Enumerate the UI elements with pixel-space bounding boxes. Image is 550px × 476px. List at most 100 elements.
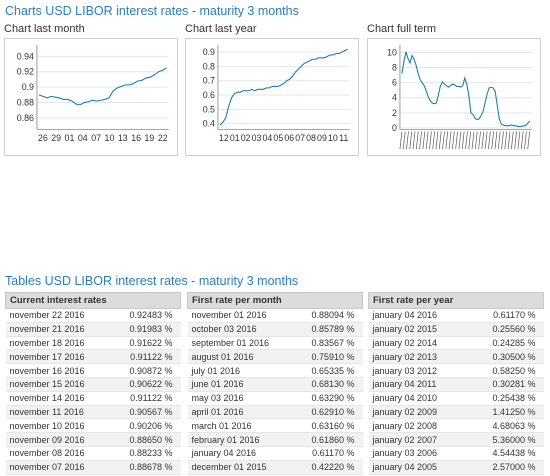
y-tick-label: 0.4	[203, 119, 215, 129]
date-cell: november 09 2016	[5, 432, 111, 447]
date-cell: november 16 2016	[5, 363, 111, 378]
rate-cell: 0.75910 %	[293, 349, 363, 365]
table-row: april 01 2016 0.62910 %	[187, 405, 363, 420]
x-tick-label: 12	[219, 133, 229, 143]
x-tick-mark	[409, 131, 413, 150]
x-tick-mark	[527, 131, 531, 150]
rate-cell: 0.91122 %	[110, 391, 181, 406]
table-row: november 21 2016 0.91983 %	[5, 322, 181, 337]
x-tick-label: 01	[230, 133, 240, 143]
date-cell: november 15 2016	[5, 377, 111, 392]
date-cell: november 01 2016	[187, 308, 294, 323]
rate-cell: 0.63160 %	[293, 418, 363, 434]
x-tick-mark	[442, 131, 445, 150]
rate-cell: 2.57000 %	[468, 460, 544, 475]
table-header: First rate per year	[368, 292, 544, 309]
x-tick-mark	[435, 131, 439, 150]
rate-cell: 0.25560 %	[468, 322, 544, 337]
x-tick-label: 22	[158, 133, 168, 143]
current-rates-table: Current interest rates november 22 2016 0…	[5, 292, 181, 475]
tables-heading: Tables USD LIBOR interest rates - maturi…	[5, 274, 299, 288]
rate-cell: 0.88094 %	[293, 308, 363, 323]
rate-cell: 0.61860 %	[293, 432, 363, 447]
rate-cell: 0.58250 %	[468, 363, 544, 378]
date-cell: november 18 2016	[5, 336, 111, 351]
series-line	[401, 51, 531, 127]
table-row: january 02 2009 1.41250 %	[368, 405, 544, 420]
date-cell: january 02 2013	[368, 349, 468, 365]
chart-full-term-plot: 0 2 4 6 8 10	[367, 38, 541, 156]
table-row: january 03 2012 0.58250 %	[368, 363, 544, 378]
table-row: january 02 2015 0.25560 %	[368, 322, 544, 337]
x-tick-label: 29	[51, 133, 61, 143]
rate-cell: 0.24285 %	[468, 336, 544, 351]
y-tick-label: 0.6	[203, 90, 215, 100]
rate-cell: 4.54438 %	[468, 446, 544, 461]
x-tick-mark	[452, 131, 455, 150]
rate-cell: 0.91622 %	[110, 336, 181, 351]
x-tick-label: 03	[252, 133, 262, 143]
rate-cell: 0.90872 %	[110, 363, 181, 378]
date-cell: june 01 2016	[187, 377, 294, 392]
rate-cell: 0.90567 %	[110, 405, 181, 420]
x-tick-mark	[445, 131, 449, 150]
chart-last-month: Chart last month 0.86 0.88 0.9 0.92 0.94 26 29…	[4, 22, 178, 156]
date-cell: november 14 2016	[5, 391, 111, 406]
x-tick-mark	[517, 131, 521, 150]
rate-cell: 0.25438 %	[468, 391, 544, 406]
x-tick-label: 04	[78, 133, 88, 143]
rate-cell: 0.30281 %	[468, 377, 544, 392]
date-cell: november 22 2016	[5, 308, 111, 323]
series-line	[219, 48, 348, 126]
series-line	[38, 67, 167, 106]
table-row: february 01 2016 0.61860 %	[187, 432, 363, 447]
x-tick-mark	[419, 131, 422, 150]
date-cell: november 17 2016	[5, 349, 111, 365]
x-tick-mark	[415, 131, 419, 150]
x-tick-mark	[429, 131, 432, 150]
x-tick-mark	[481, 131, 485, 150]
table-row: january 04 2016 0.61170 %	[187, 446, 363, 461]
date-cell: november 21 2016	[5, 322, 111, 337]
x-tick-mark	[402, 131, 406, 150]
y-tick-label: 0.92	[17, 67, 34, 77]
x-tick-label: 16	[131, 133, 141, 143]
table-row: january 02 2014 0.24285 %	[368, 336, 544, 351]
chart-last-month-plot: 0.86 0.88 0.9 0.92 0.94 26 29 01 04 07 10 13 16 19 22	[4, 38, 178, 156]
x-tick-mark	[412, 131, 416, 150]
x-tick-mark	[465, 131, 468, 150]
rate-cell: 0.85789 %	[293, 322, 363, 337]
table-row: january 04 2016 0.61170 %	[368, 308, 544, 323]
rate-cell: 0.42220 %	[293, 460, 363, 475]
x-tick-mark	[432, 131, 436, 150]
date-cell: august 01 2016	[187, 349, 294, 365]
x-tick-label: 06	[284, 133, 294, 143]
y-tick-label: 0.7	[203, 76, 215, 86]
table-row: january 04 2011 0.30281 %	[368, 377, 544, 392]
rate-cell: 0.62910 %	[293, 405, 363, 420]
date-cell: january 02 2009	[368, 405, 468, 420]
date-cell: november 07 2016	[5, 460, 111, 475]
chart-last-year: Chart last year 0.4 0.5 0.6 0.7 0.8 0.9 12 01 02…	[185, 22, 359, 156]
date-cell: january 04 2011	[368, 377, 468, 392]
x-tick-mark	[491, 131, 494, 150]
x-tick-mark	[488, 131, 491, 150]
table-row: november 15 2016 0.90622 %	[5, 377, 181, 392]
date-cell: march 01 2016	[187, 418, 294, 434]
x-tick-label: 07	[91, 133, 101, 143]
date-cell: january 02 2014	[368, 336, 468, 351]
table-row: january 03 2006 4.54438 %	[368, 446, 544, 461]
chart-full-term: Chart full term 0 2 4 6 8 10	[367, 22, 541, 156]
x-tick-mark	[438, 131, 442, 150]
y-tick-label: 0.9	[203, 47, 215, 57]
y-tick-label: 0.94	[17, 51, 34, 61]
y-tick-label: 0.88	[17, 97, 34, 107]
date-cell: january 04 2016	[187, 446, 294, 461]
date-cell: january 02 2008	[368, 418, 468, 434]
x-tick-mark	[514, 131, 517, 150]
x-tick-mark	[455, 131, 458, 150]
table-row: january 02 2008 4.68063 %	[368, 418, 544, 434]
rate-cell: 0.90206 %	[110, 418, 181, 434]
rate-cell: 0.88678 %	[110, 460, 181, 475]
rate-cell: 0.61170 %	[468, 308, 544, 323]
